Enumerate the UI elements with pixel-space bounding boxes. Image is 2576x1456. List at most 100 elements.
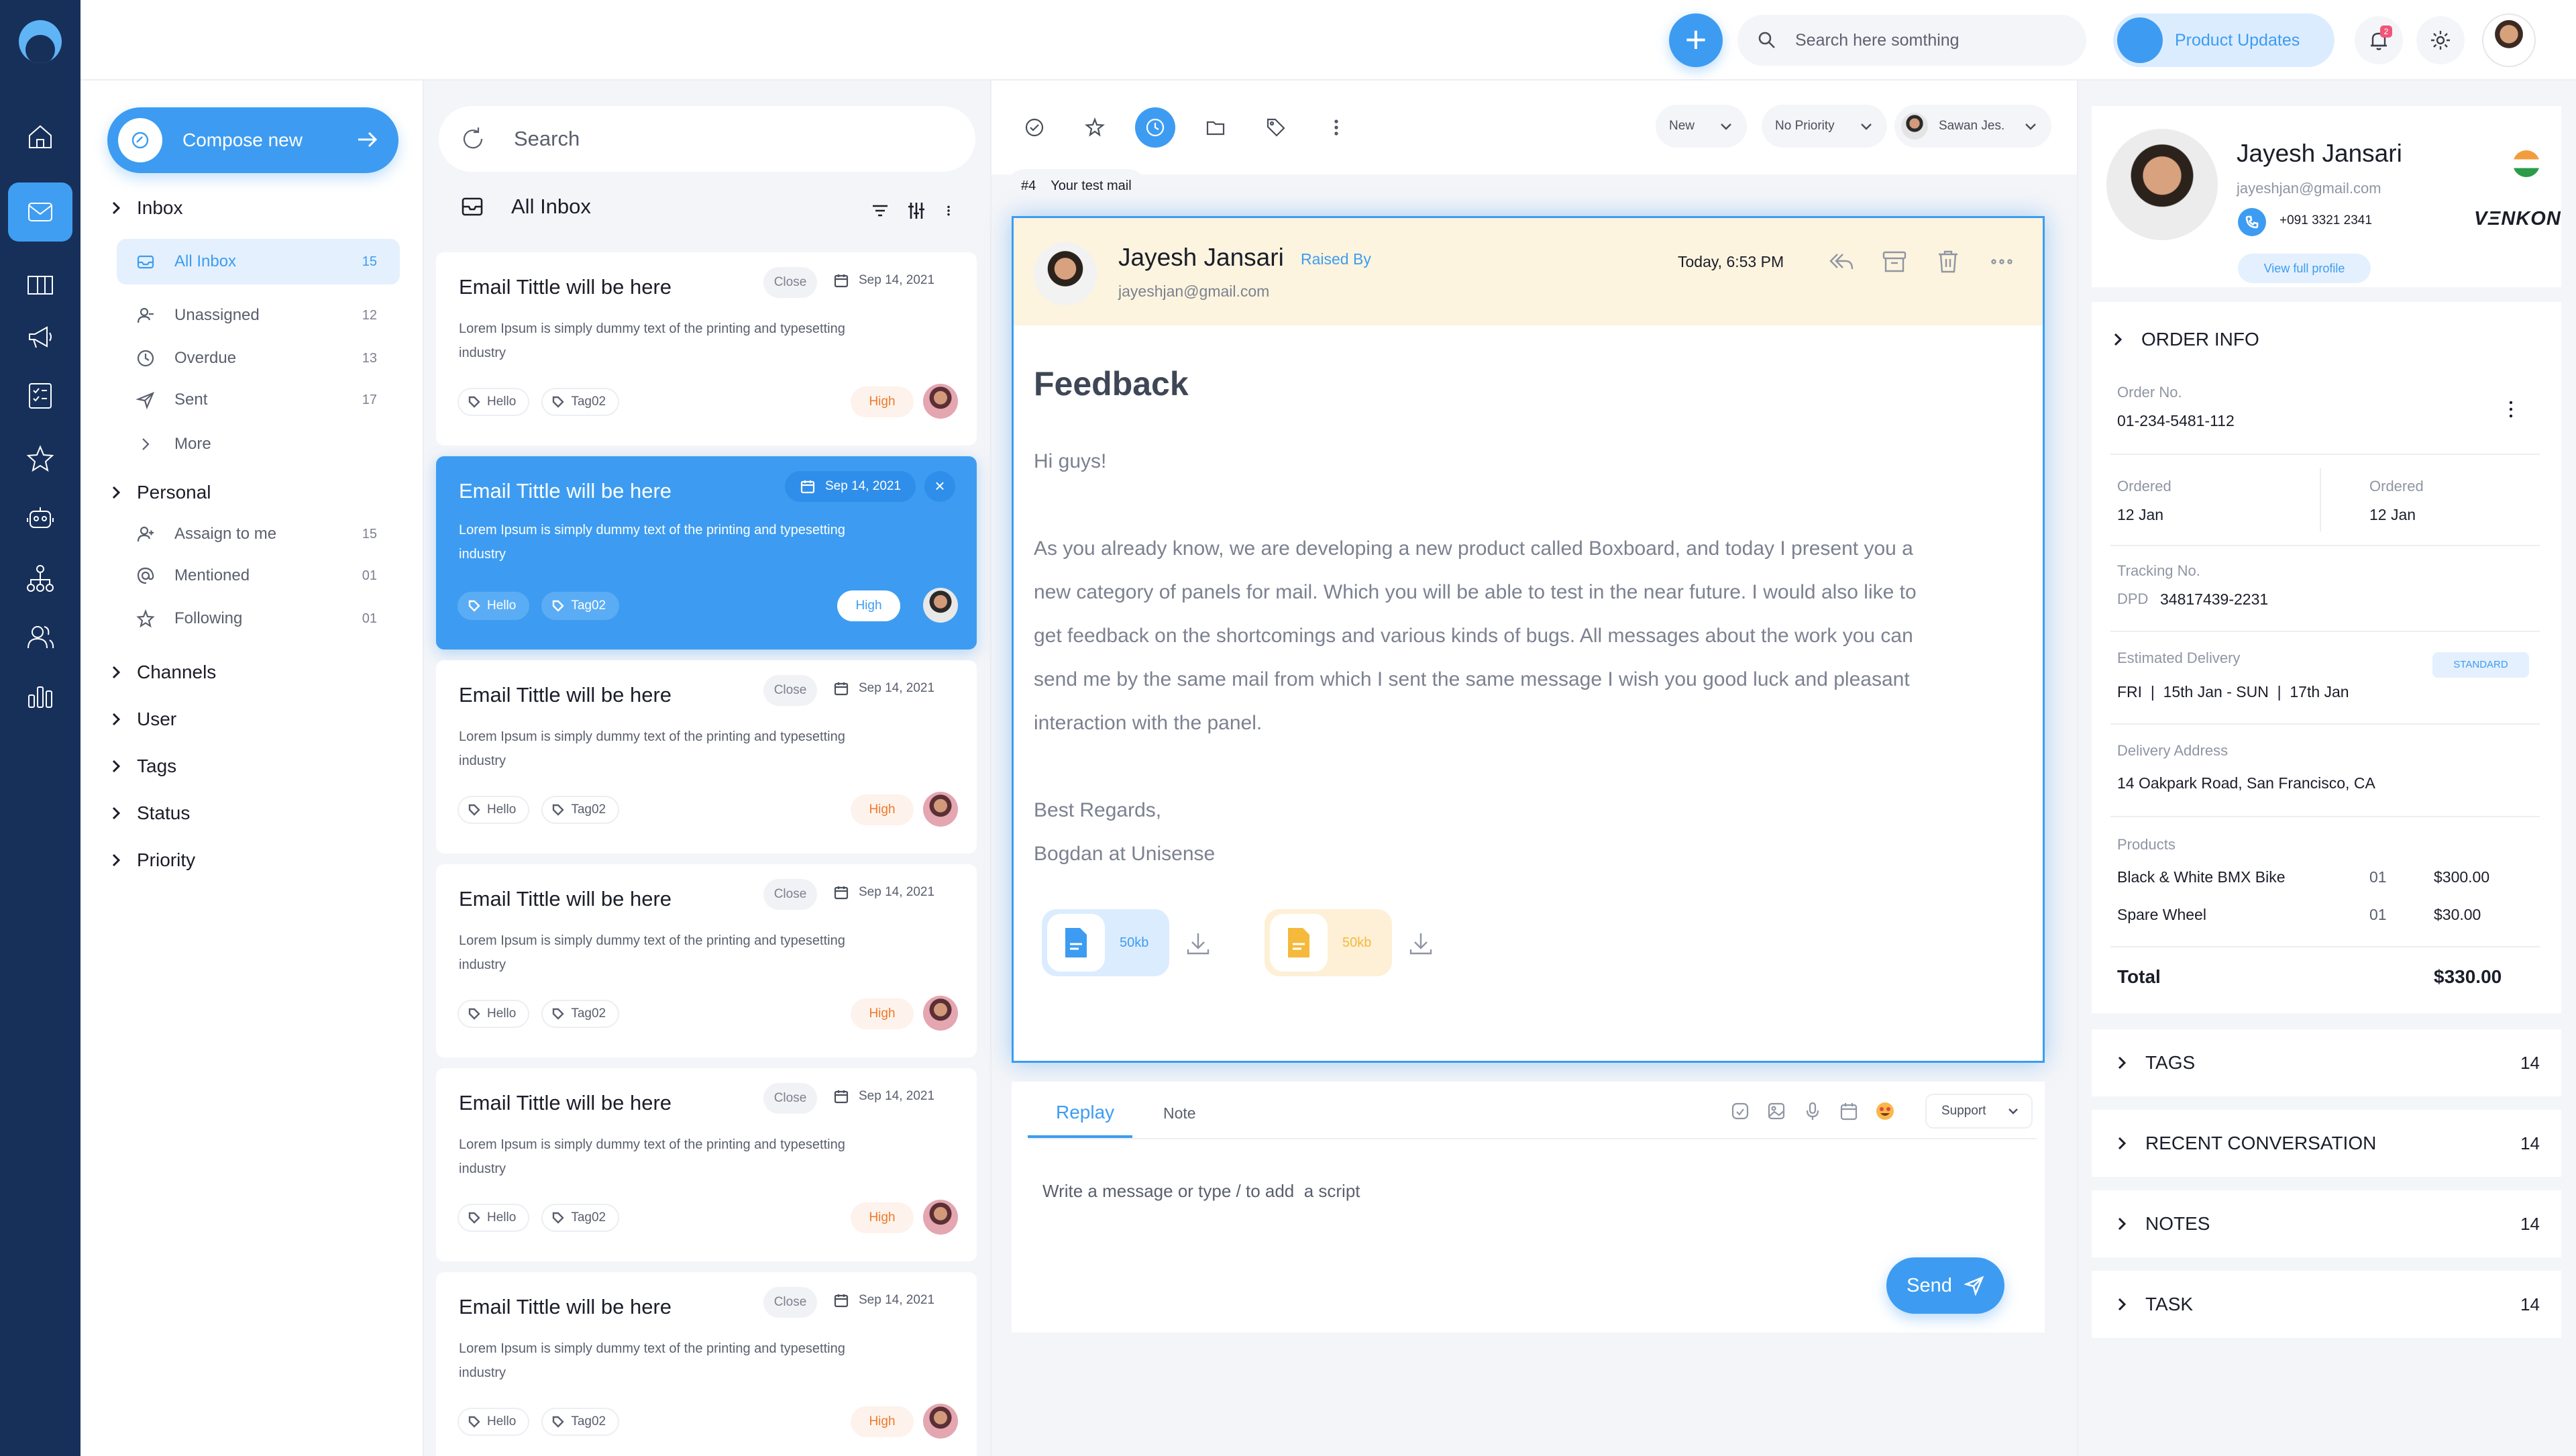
tag-chip[interactable]: Hello (458, 388, 530, 416)
attachment-2[interactable]: 50kb (1265, 909, 1392, 976)
tag-icon[interactable] (1256, 107, 1296, 148)
priority-section[interactable]: Priority (109, 847, 195, 874)
mail-item[interactable]: Email Tittle will be here Close Sep 14, 20… (436, 864, 977, 1057)
org-chart-icon[interactable] (8, 549, 72, 608)
star-icon[interactable] (1075, 107, 1115, 148)
download-icon[interactable] (1184, 929, 1212, 957)
download-icon[interactable] (1407, 929, 1435, 957)
global-search[interactable] (1737, 15, 2086, 66)
megaphone-icon[interactable] (8, 307, 72, 366)
tag-chip[interactable]: Hello (458, 796, 530, 824)
home-icon[interactable] (8, 107, 72, 166)
add-button[interactable]: + (1669, 13, 1723, 67)
user-avatar[interactable] (2482, 13, 2536, 67)
app-logo[interactable] (19, 20, 62, 63)
order-info-header[interactable]: ORDER INFO (2110, 329, 2259, 350)
folder-overdue[interactable]: Overdue 13 (117, 335, 400, 381)
tag-label: Tag02 (571, 802, 606, 817)
folder-following[interactable]: Following 01 (117, 596, 400, 641)
notifications-button[interactable]: 2 (2355, 16, 2403, 64)
reply-input[interactable] (1042, 1181, 1713, 1202)
mail-search-input[interactable] (514, 127, 916, 151)
folder-mentioned[interactable]: Mentioned 01 (117, 553, 400, 599)
mail-item[interactable]: Email Tittle will be here Sep 14, 2021 × Lo… (436, 456, 977, 649)
tag-chip[interactable]: Hello (458, 1408, 530, 1436)
inbox-section[interactable]: Inbox (109, 195, 183, 221)
status-value: New (1669, 119, 1695, 133)
tag-chip[interactable]: Tag02 (541, 1000, 620, 1028)
folder-sent[interactable]: Sent 17 (117, 377, 400, 423)
emoji-icon[interactable] (1874, 1100, 1896, 1122)
global-search-input[interactable] (1795, 30, 2063, 50)
view-profile-button[interactable]: View full profile (2238, 254, 2371, 283)
channels-section[interactable]: Channels (109, 659, 216, 686)
clock-icon[interactable] (1135, 107, 1175, 148)
personal-section[interactable]: Personal (109, 479, 211, 506)
mail-item[interactable]: Email Tittle will be here Close Sep 14, 20… (436, 660, 977, 853)
raised-by-link[interactable]: Raised By (1301, 250, 1371, 268)
microphone-icon[interactable] (1802, 1100, 1823, 1122)
folder-assign-to-me[interactable]: Assaign to me 15 (117, 511, 400, 557)
tag-chip[interactable]: Tag02 (541, 592, 620, 620)
close-icon[interactable]: × (924, 471, 955, 502)
checklist-icon[interactable] (8, 366, 72, 425)
profile-name: Jayesh Jansari (2237, 140, 2402, 167)
more-vertical-icon[interactable] (2501, 396, 2521, 423)
mail-icon[interactable] (8, 183, 72, 242)
more-vertical-icon[interactable] (1316, 107, 1356, 148)
settings-button[interactable] (2416, 16, 2465, 64)
product-updates-button[interactable]: Product Updates (2113, 13, 2334, 67)
tab-reply[interactable]: Replay (1056, 1102, 1114, 1123)
check-circle-icon[interactable] (1014, 107, 1055, 148)
tags-section[interactable]: Tags (109, 753, 176, 780)
tag-chip[interactable]: Hello (458, 1000, 530, 1028)
status-dropdown[interactable]: New (1656, 105, 1748, 148)
products-label: Products (2117, 836, 2176, 853)
tab-note[interactable]: Note (1163, 1104, 1196, 1123)
star-icon[interactable] (8, 429, 72, 488)
tag-chip[interactable]: Tag02 (541, 388, 620, 416)
more-horizontal-icon[interactable] (1988, 248, 2016, 276)
book-icon[interactable] (8, 255, 72, 314)
mail-item[interactable]: Email Tittle will be here Close Sep 14, 20… (436, 252, 977, 446)
folder-more[interactable]: More (117, 421, 400, 467)
recent-conversation-accordion[interactable]: RECENT CONVERSATION 14 (2092, 1110, 2561, 1177)
close-status-badge: Close (763, 1287, 817, 1318)
trash-icon[interactable] (1934, 248, 1962, 276)
folder-all-inbox[interactable]: All Inbox 15 (117, 239, 400, 284)
mail-search[interactable] (439, 106, 975, 172)
sliders-icon[interactable] (906, 200, 927, 221)
attachment-size: 50kb (1342, 935, 1372, 950)
filter-icon[interactable] (869, 200, 891, 221)
mail-item[interactable]: Email Tittle will be here Close Sep 14, 20… (436, 1068, 977, 1261)
image-icon[interactable] (1766, 1100, 1787, 1122)
mail-item[interactable]: Email Tittle will be here Close Sep 14, 20… (436, 1272, 977, 1456)
calendar-icon[interactable] (1838, 1100, 1860, 1122)
folder-unassigned[interactable]: Unassigned 12 (117, 293, 400, 338)
robot-icon[interactable] (8, 488, 72, 548)
tag-chip[interactable]: Hello (458, 1204, 530, 1232)
tag-chip[interactable]: Tag02 (541, 1408, 620, 1436)
compose-button[interactable]: Compose new (107, 107, 398, 173)
more-vertical-icon[interactable] (942, 200, 955, 221)
tags-accordion[interactable]: TAGS 14 (2092, 1029, 2561, 1096)
assignee-dropdown[interactable]: Sawan Jes. (1894, 105, 2052, 148)
file-icon[interactable] (1729, 1100, 1751, 1122)
tag-chip[interactable]: Hello (458, 592, 530, 620)
archive-icon[interactable] (1880, 248, 1909, 276)
user-section[interactable]: User (109, 706, 176, 733)
priority-dropdown[interactable]: No Priority (1762, 105, 1887, 148)
task-accordion[interactable]: TASK 14 (2092, 1271, 2561, 1338)
attachment-1[interactable]: 50kb (1042, 909, 1169, 976)
tag-chip[interactable]: Tag02 (541, 1204, 620, 1232)
total-label: Total (2117, 966, 2161, 987)
folder-icon[interactable] (1195, 107, 1236, 148)
send-button[interactable]: Send (1886, 1257, 2004, 1314)
users-icon[interactable] (8, 608, 72, 667)
reply-all-icon[interactable] (1827, 248, 1855, 276)
tag-chip[interactable]: Tag02 (541, 796, 620, 824)
bar-chart-icon[interactable] (8, 667, 72, 726)
status-section[interactable]: Status (109, 800, 190, 827)
notes-accordion[interactable]: NOTES 14 (2092, 1190, 2561, 1257)
support-dropdown[interactable]: Support (1925, 1094, 2033, 1129)
